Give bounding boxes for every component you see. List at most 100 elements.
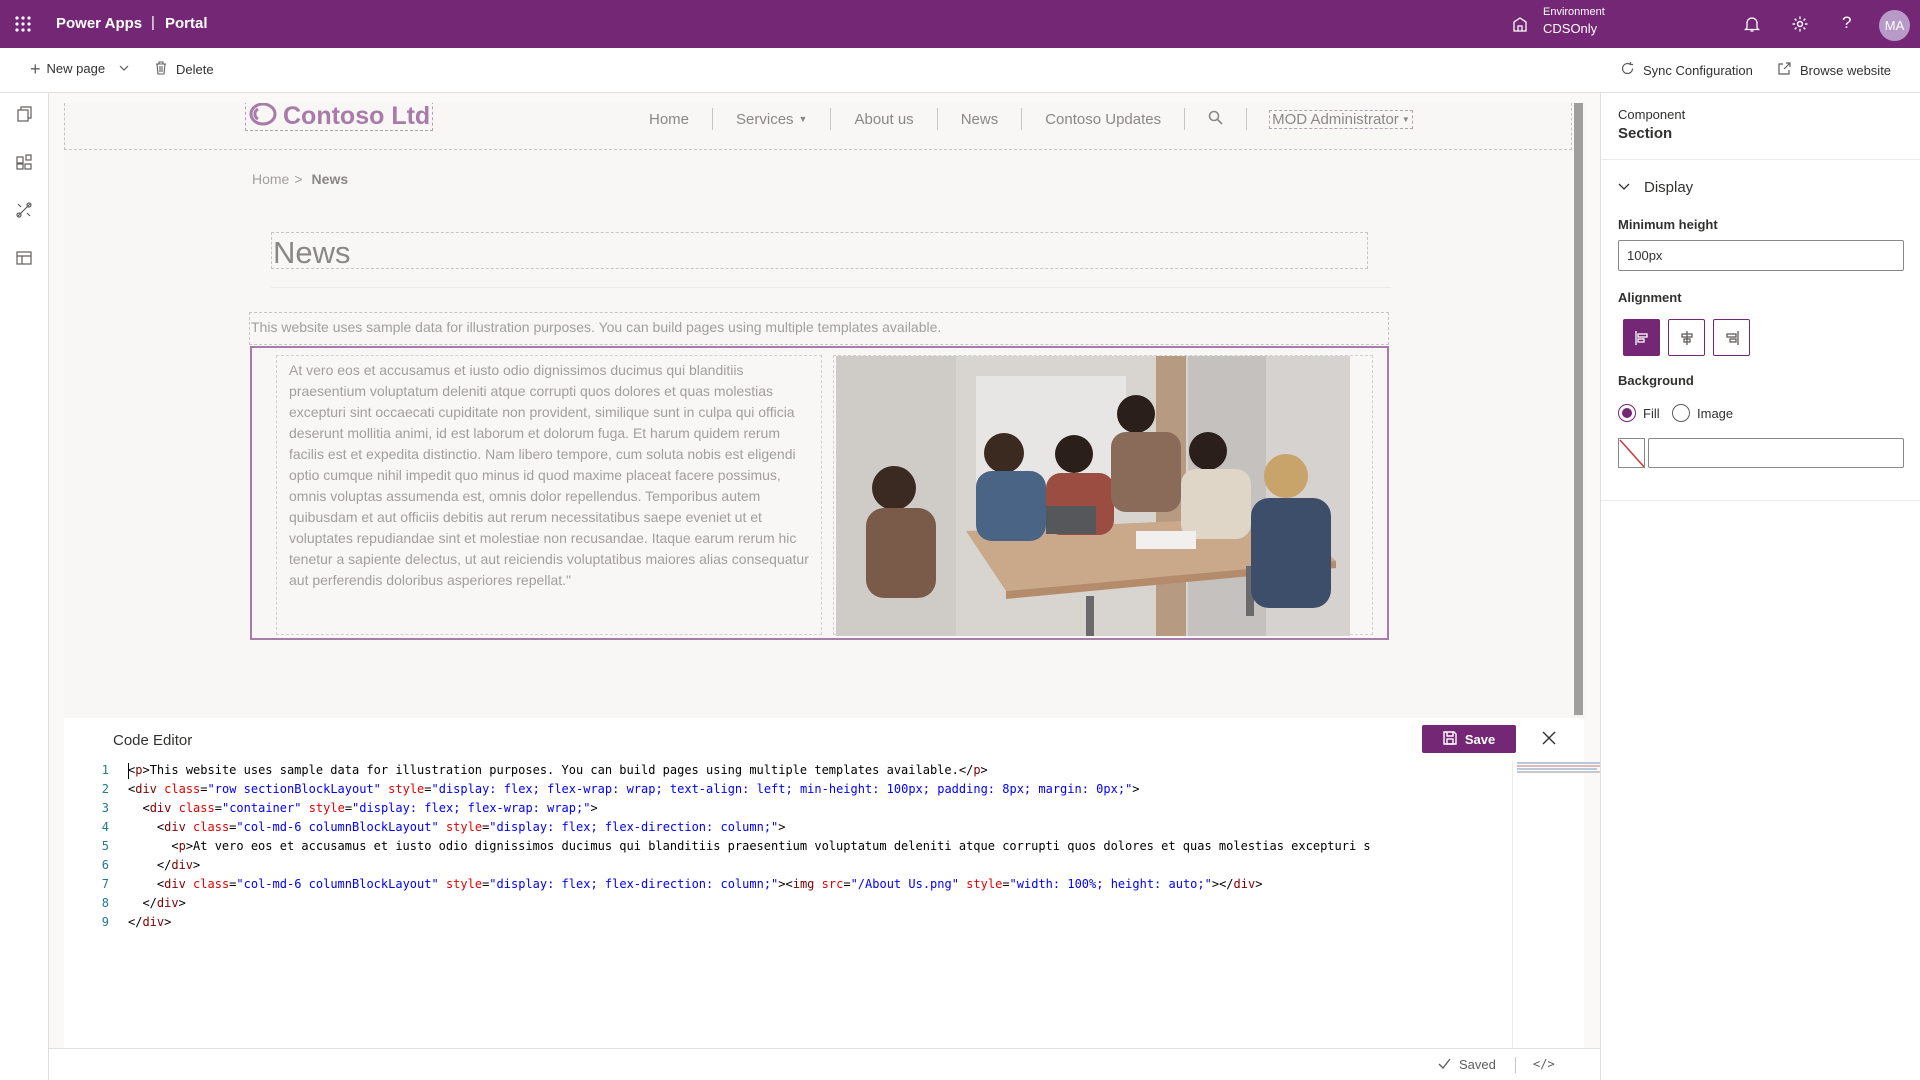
templates-icon[interactable] [15,249,33,272]
code-token: div [171,858,194,872]
color-swatch[interactable] [1618,438,1645,468]
title-separator: | [151,14,155,31]
code-token: ></ [1211,877,1234,891]
selected-section[interactable]: At vero eos et accusamus et iusto odio d… [250,346,1389,640]
canvas-scrollbar[interactable] [1574,103,1583,718]
components-icon[interactable] [15,153,33,176]
nav-services[interactable]: Services ▼ [713,111,830,128]
code-token: "row sectionBlockLayout" [207,782,381,796]
close-icon[interactable] [1541,730,1557,751]
command-bar: + New page Delete Sync Configuration Bro… [0,48,1920,93]
plus-icon: + [30,58,41,79]
code-line: <div class="col-md-6 columnBlockLayout" … [128,875,1512,894]
code-token: >At vero eos et accusamus et iusto odio … [185,839,1371,853]
line-number: 3 [101,801,109,815]
code-token: div [149,801,172,815]
line-number: 7 [101,877,109,891]
code-token: div [135,782,157,796]
new-page-button[interactable]: + New page [30,58,129,79]
nav-about-us[interactable]: About us [831,111,936,128]
align-right-icon [1725,330,1739,345]
app-name[interactable]: Power Apps [56,15,142,32]
image-column[interactable] [833,355,1373,636]
search-icon[interactable] [1185,110,1246,129]
trash-icon [155,61,167,78]
help-icon[interactable]: ? [1842,13,1851,33]
save-button[interactable]: Save [1422,725,1516,753]
site-nav: Home Services ▼ About us News Contoso Up… [626,108,1413,130]
nav-home[interactable]: Home [626,111,712,128]
component-label: Component [1618,107,1686,122]
alignment-label: Alignment [1618,290,1682,305]
display-section-toggle[interactable]: Display [1618,179,1693,196]
pages-icon[interactable] [15,105,33,128]
team-meeting-photo[interactable] [836,356,1350,636]
properties-panel: Component Section Display Minimum height… [1600,93,1920,1080]
breadcrumb-home[interactable]: Home [252,171,289,187]
align-center-button[interactable] [1668,319,1705,356]
no-color-icon [1619,439,1644,467]
align-left-button[interactable] [1623,319,1660,356]
environment-icon[interactable] [1511,15,1529,33]
nav-services-label: Services [736,110,794,128]
avatar[interactable]: MA [1879,10,1910,41]
text-column[interactable]: At vero eos et accusamus et iusto odio d… [276,355,822,635]
code-token: = [214,801,222,815]
environment-value[interactable]: CDSOnly [1543,21,1597,36]
top-bar: Power Apps | Portal Environment CDSOnly … [0,0,1920,48]
code-token: p [178,839,186,853]
code-line: <p>This website uses sample data for ill… [128,761,1512,780]
display-header: Display [1644,179,1694,196]
canvas-scrollbar-thumb[interactable] [1574,103,1583,715]
status-divider [1515,1057,1516,1073]
design-canvas[interactable]: Contoso Ltd Home Services ▼ About us New… [64,103,1586,718]
minimap-line [1517,768,1597,770]
code-token: style [388,782,425,796]
gear-icon[interactable] [1791,15,1809,33]
line-number-gutter: 1 2 3 4 5 6 7 8 9 [64,761,109,932]
sync-configuration-button[interactable]: Sync Configuration [1620,61,1753,79]
user-menu[interactable]: MOD Administrator ▼ [1269,109,1413,129]
nav-contoso-updates[interactable]: Contoso Updates [1022,111,1184,128]
intro-text: This website uses sample data for illust… [251,319,942,335]
browse-label: Browse website [1800,62,1892,78]
delete-label: Delete [176,62,214,77]
logo-ring-icon [248,103,278,132]
site-logo[interactable]: Contoso Ltd [245,103,434,132]
delete-button[interactable]: Delete [155,61,214,78]
nav-news[interactable]: News [938,111,1022,128]
waffle-icon[interactable] [14,15,32,33]
page-heading-box[interactable]: News [271,232,1368,270]
min-height-field[interactable]: 100px [1618,240,1904,271]
bell-icon[interactable] [1743,15,1761,33]
code-token: < [128,801,150,815]
code-line: <div class="container" style="display: f… [128,799,1512,818]
code-token: "width: 100%; height: auto;" [1009,877,1212,891]
chevron-down-icon[interactable] [119,61,129,76]
code-view-toggle-icon[interactable]: </> [1533,1057,1555,1071]
code-text-area[interactable]: <p>This website uses sample data for ill… [128,761,1512,1047]
color-value-input[interactable] [1648,438,1904,468]
code-token: class [193,820,230,834]
align-right-button[interactable] [1713,319,1750,356]
bg-fill-radio[interactable]: Fill [1618,404,1660,422]
environment-label: Environment [1543,6,1605,18]
themes-icon[interactable] [15,201,33,224]
code-lines: <p>This website uses sample data for ill… [128,761,1512,932]
code-token: < [128,877,165,891]
intro-box[interactable]: This website uses sample data for illust… [249,312,1389,345]
code-token: style [308,801,345,815]
code-token: = [424,782,432,796]
code-token: "col-md-6 columnBlockLayout" [236,820,439,834]
caret-down-icon: ▼ [1401,114,1410,124]
browse-website-button[interactable]: Browse website [1777,61,1891,79]
bg-image-radio[interactable]: Image [1672,404,1733,422]
saved-label: Saved [1459,1057,1496,1072]
code-token: < [128,820,165,834]
sync-label: Sync Configuration [1643,62,1753,78]
